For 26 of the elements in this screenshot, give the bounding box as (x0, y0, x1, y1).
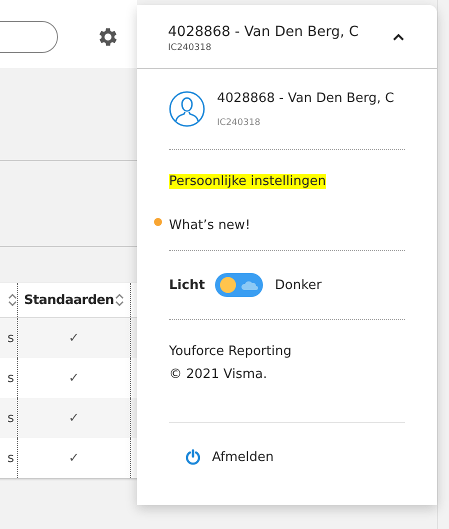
sort-icon[interactable] (114, 292, 124, 307)
check-mark: ✓ (68, 450, 80, 466)
user-name: 4028868 - Van Den Berg, C (168, 24, 359, 40)
about-text: Youforce Reporting (169, 343, 292, 361)
sort-icon[interactable] (8, 292, 18, 307)
menu-link[interactable]: What’s new! (169, 218, 250, 233)
profile-code: IC240318 (217, 118, 262, 128)
about-text: © 2021 Visma. (169, 366, 268, 384)
table-cell-text: s (7, 450, 16, 466)
table-cell-text: s (7, 370, 16, 386)
power-icon (185, 449, 201, 465)
check-mark: ✓ (68, 330, 80, 346)
dark-label: Donker (274, 278, 322, 292)
theme-toggle[interactable] (214, 273, 263, 297)
user-avatar-icon (169, 91, 205, 127)
logout-button[interactable]: Afmelden (169, 447, 405, 467)
table-cell-text: s (7, 410, 16, 426)
check-mark: ✓ (68, 370, 80, 386)
profile-name: 4028868 - Van Den Berg, C (217, 91, 394, 106)
light-label: Licht (169, 278, 205, 292)
table-cell-text: s (7, 330, 16, 346)
check-mark: ✓ (68, 410, 80, 426)
cloud-icon (240, 279, 260, 291)
user-code: IC240318 (168, 43, 212, 53)
menu-link[interactable]: Persoonlijke instellingen (169, 174, 326, 189)
caret-icon[interactable] (393, 32, 404, 40)
